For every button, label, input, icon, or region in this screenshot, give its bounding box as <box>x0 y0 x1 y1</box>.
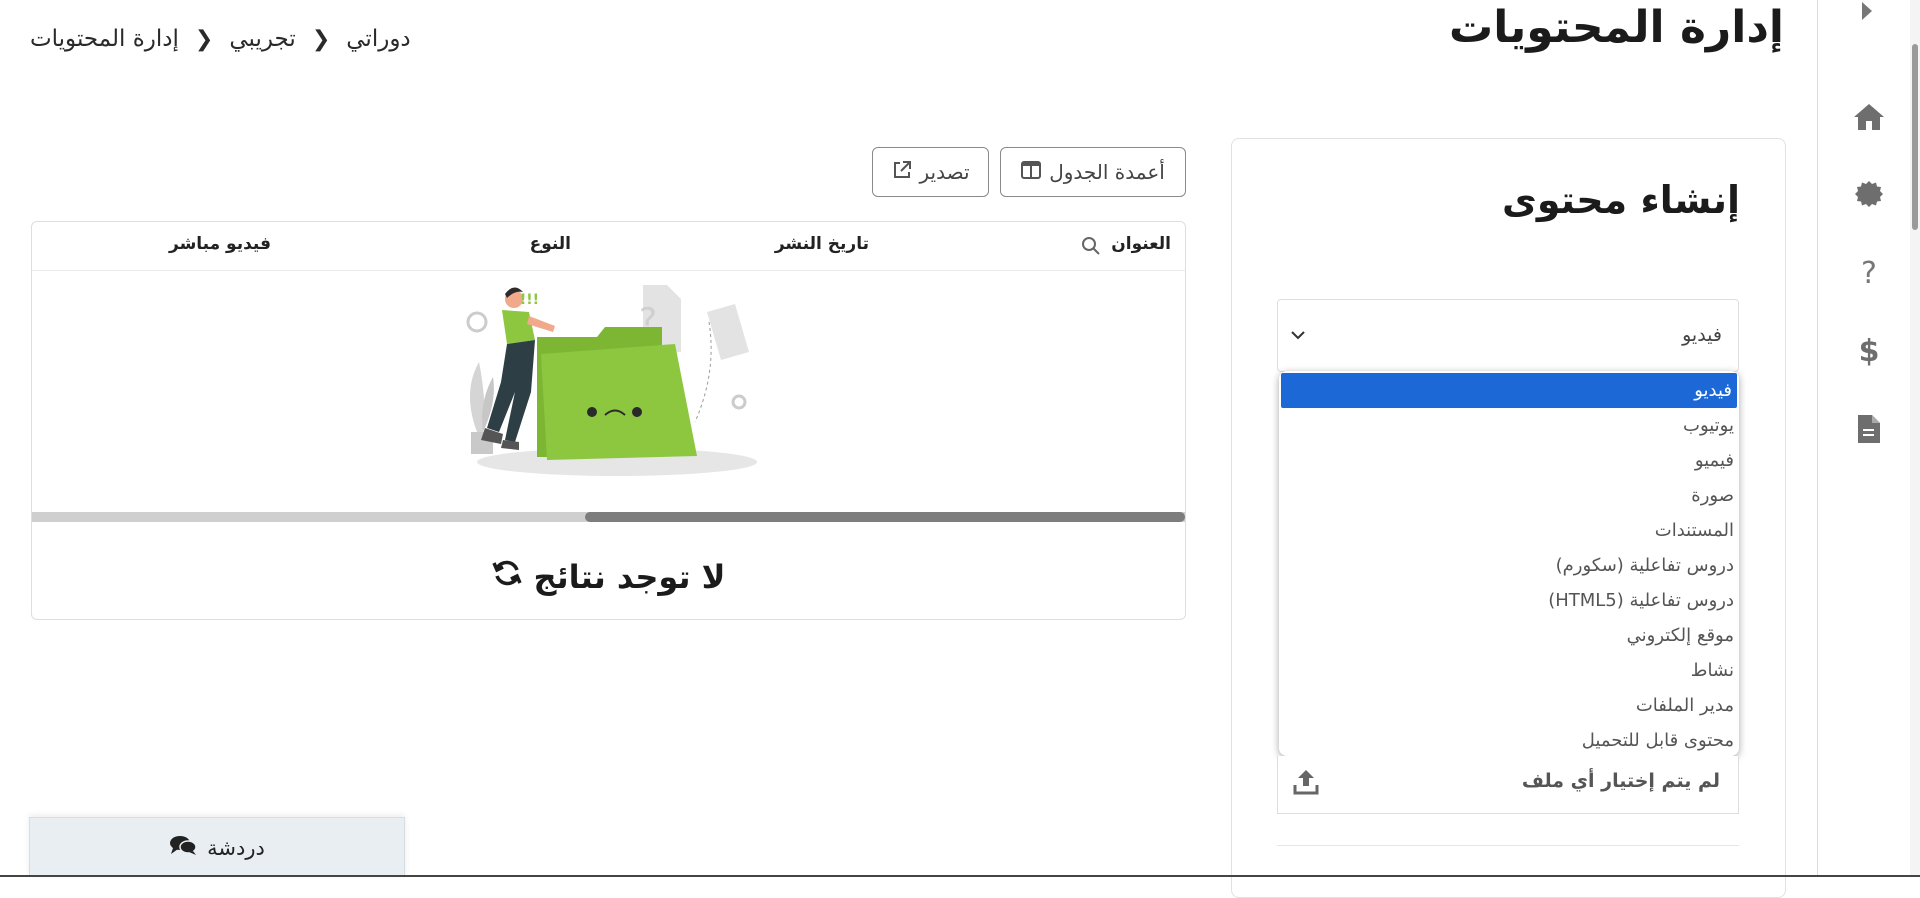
chevron-left-icon: ❮ <box>308 27 334 52</box>
settings-icon[interactable] <box>1852 178 1886 212</box>
create-content-title: إنشاء محتوى <box>1502 178 1740 222</box>
option-website[interactable]: موقع إلكتروني <box>1279 618 1739 653</box>
empty-state-text: لا توجد نتائج <box>534 558 726 596</box>
table-header: العنوان تاريخ النشر النوع فيديو مباشر <box>32 222 1185 271</box>
column-header-title[interactable]: العنوان <box>1111 234 1171 254</box>
chat-button[interactable]: دردشة <box>29 817 405 877</box>
content-type-selected-value: فيديو <box>1682 324 1722 346</box>
option-scorm[interactable]: دروس تفاعلية (سكورم) <box>1279 548 1739 583</box>
refresh-icon[interactable] <box>492 558 522 596</box>
table-columns-button-label: أعمدة الجدول <box>1049 160 1165 184</box>
empty-state: لا توجد نتائج <box>32 558 1185 596</box>
column-header-live-video[interactable]: فيديو مباشر <box>169 234 271 254</box>
home-icon[interactable] <box>1852 100 1886 134</box>
table-horizontal-scrollbar[interactable] <box>32 512 1185 522</box>
chevron-down-icon <box>1290 326 1306 345</box>
page-title: إدارة المحتويات <box>1449 0 1784 56</box>
svg-text:!!!: !!! <box>520 292 539 308</box>
external-link-icon <box>892 160 912 185</box>
chat-label: دردشة <box>207 836 265 860</box>
option-documents[interactable]: المستندات <box>1279 513 1739 548</box>
search-icon[interactable] <box>1081 236 1101 260</box>
sidebar-rail: ? $ <box>1817 0 1920 877</box>
option-video[interactable]: فيديو <box>1281 373 1737 408</box>
chat-bubbles-icon <box>169 834 197 861</box>
option-file-manager[interactable]: مدير الملفات <box>1279 688 1739 723</box>
export-button[interactable]: تصدير <box>872 147 989 197</box>
breadcrumb-item-current: إدارة المحتويات <box>30 26 179 52</box>
column-header-type[interactable]: النوع <box>530 234 571 254</box>
breadcrumb-item-course[interactable]: تجريبي <box>229 26 295 52</box>
page-scrollbar-thumb[interactable] <box>1912 44 1918 230</box>
option-downloadable[interactable]: محتوى قابل للتحميل <box>1279 723 1739 756</box>
columns-icon <box>1021 160 1041 184</box>
file-upload-field[interactable]: لم يتم إختيار أي ملف <box>1277 756 1739 814</box>
chevron-left-icon: ❮ <box>191 27 217 52</box>
breadcrumb-item-my-courses[interactable]: دوراتي <box>346 26 410 52</box>
empty-folder-illustration: ? !!! <box>457 282 757 507</box>
table-columns-button[interactable]: أعمدة الجدول <box>1000 147 1186 197</box>
page-scrollbar[interactable] <box>1910 0 1920 877</box>
column-header-publish-date[interactable]: تاريخ النشر <box>775 234 869 254</box>
upload-icon[interactable] <box>1292 768 1320 800</box>
file-upload-status: لم يتم إختيار أي ملف <box>1522 770 1720 792</box>
content-type-dropdown-list: فيديو يوتيوب فيميو صورة المستندات دروس ت… <box>1279 371 1739 756</box>
content-type-select[interactable]: فيديو <box>1277 299 1739 372</box>
file-icon[interactable] <box>1852 412 1886 446</box>
help-icon[interactable]: ? <box>1852 256 1886 290</box>
option-vimeo[interactable]: فيميو <box>1279 443 1739 478</box>
expand-arrow-icon[interactable] <box>1850 0 1884 28</box>
dollar-icon[interactable]: $ <box>1852 334 1886 368</box>
option-activity[interactable]: نشاط <box>1279 653 1739 688</box>
option-html5[interactable]: دروس تفاعلية (HTML5) <box>1279 583 1739 618</box>
option-image[interactable]: صورة <box>1279 478 1739 513</box>
breadcrumb: دوراتي ❮ تجريبي ❮ إدارة المحتويات <box>30 26 411 52</box>
option-youtube[interactable]: يوتيوب <box>1279 408 1739 443</box>
content-table: العنوان تاريخ النشر النوع فيديو مباشر ? <box>31 221 1186 620</box>
card-divider <box>1277 845 1739 846</box>
export-button-label: تصدير <box>920 160 970 184</box>
table-scrollbar-thumb[interactable] <box>585 512 1185 522</box>
